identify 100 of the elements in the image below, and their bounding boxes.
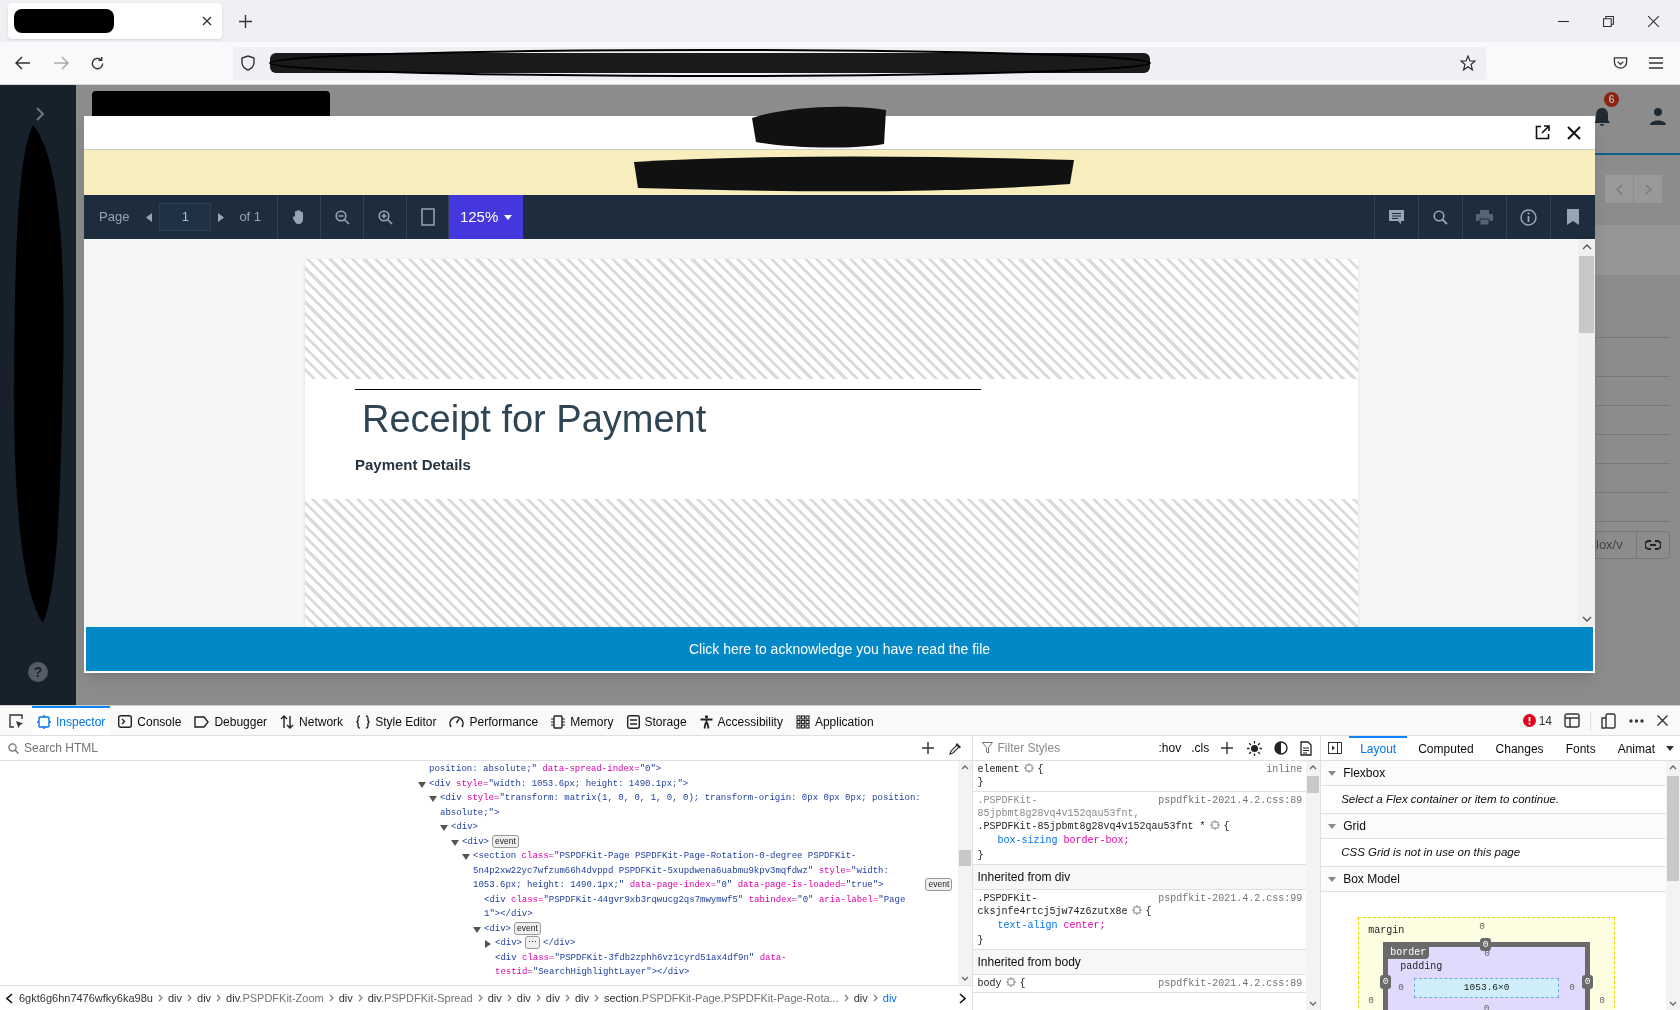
- expanded-arrow-icon[interactable]: [429, 796, 437, 802]
- breadcrumb[interactable]: div: [167, 989, 182, 1007]
- caret-down-icon[interactable]: [1666, 745, 1674, 751]
- css-value[interactable]: border-box;: [1063, 835, 1130, 846]
- breadcrumb[interactable]: div: [853, 989, 868, 1007]
- scroll-left-icon[interactable]: [6, 992, 13, 1004]
- devtools-tab[interactable]: Inspector: [32, 706, 111, 735]
- scroll-up-icon[interactable]: [1309, 765, 1318, 770]
- breadcrumb[interactable]: div: [197, 989, 212, 1007]
- back-icon[interactable]: [15, 56, 31, 70]
- reload-icon[interactable]: [90, 55, 105, 71]
- devtools-tab[interactable]: Style Editor: [351, 706, 442, 735]
- event-badge[interactable]: event: [492, 834, 519, 848]
- scrollbar[interactable]: [1578, 239, 1595, 627]
- markup-line[interactable]: <section class="PSPDFKit-Page PSPDFKit-Page-Rotation-0-degree PSPDFKit-5n4p2xw22yc7wfzum66h4dvppd PSPDFKit-5xupdwena6uabmu9kpv3mqfdwz" style="width: 1053.6px; height: 1490.1px;" data-page-index="0" data-page-is-loaded="true">: [473, 849, 923, 893]
- breadcrumb[interactable]: div: [574, 989, 589, 1007]
- document-icon[interactable]: [1300, 740, 1313, 756]
- scrollbar[interactable]: [1666, 761, 1680, 1010]
- devtools-tab[interactable]: Performance: [444, 706, 544, 735]
- devtools-tab[interactable]: Debugger: [189, 706, 273, 735]
- breadcrumb[interactable]: div.PSPDFKit-Spread: [367, 989, 473, 1007]
- user-icon[interactable]: [1649, 107, 1667, 125]
- close-icon[interactable]: [1657, 715, 1668, 726]
- markup-line[interactable]: <div class="PSPDFKit-44gvr9xb3rqwucg2qs7mwymwf5" tabindex="0" aria-label="Page 1"></div>: [484, 892, 923, 922]
- sidebar-tab[interactable]: Changes: [1484, 736, 1555, 760]
- breadcrumb[interactable]: div.PSPDFKit-Zoom: [226, 989, 324, 1007]
- expanded-arrow-icon[interactable]: [440, 825, 448, 831]
- devtools-tab[interactable]: Memory: [546, 706, 619, 735]
- pocket-icon[interactable]: [1613, 56, 1628, 70]
- search-html-field[interactable]: Search HTML: [24, 739, 923, 757]
- devtools-tab[interactable]: Application: [790, 706, 879, 735]
- scroll-thumb[interactable]: [959, 850, 972, 866]
- expanded-arrow-icon[interactable]: [462, 854, 470, 860]
- breadcrumb[interactable]: 6gkt6g6hn7476wfky6ka98u: [19, 989, 153, 1007]
- scroll-down-icon[interactable]: [1581, 616, 1592, 622]
- chevron-right-icon[interactable]: [35, 107, 45, 121]
- address-bar[interactable]: [233, 46, 1486, 80]
- scroll-right-icon[interactable]: [959, 992, 967, 1004]
- stylesheet-link[interactable]: pspdfkit-2021.4.2.css:89: [1158, 794, 1303, 807]
- scrollbar[interactable]: [958, 761, 973, 985]
- breadcrumb[interactable]: div: [516, 989, 531, 1007]
- collapsed-arrow-icon[interactable]: [485, 940, 491, 948]
- class-toggle[interactable]: .cls: [1191, 739, 1210, 757]
- markup-line[interactable]: <div>: [484, 921, 511, 936]
- element-picker-icon[interactable]: [8, 712, 24, 729]
- stylesheet-link[interactable]: inline: [1266, 763, 1303, 776]
- close-icon[interactable]: [202, 16, 212, 26]
- browser-tab[interactable]: [8, 3, 222, 39]
- page-number-field[interactable]: 1: [159, 203, 212, 231]
- section-header[interactable]: Grid: [1321, 814, 1666, 839]
- markup-line[interactable]: <div>: [462, 834, 489, 849]
- more-icon[interactable]: [1629, 718, 1644, 723]
- markup-line[interactable]: </div>: [543, 936, 576, 951]
- sidebar-tab[interactable]: Fonts: [1554, 736, 1607, 760]
- pseudo-class-toggle[interactable]: :hov: [1158, 739, 1182, 757]
- event-badge[interactable]: event: [514, 921, 541, 935]
- section-header[interactable]: Flexbox: [1321, 761, 1666, 786]
- eyedropper-icon[interactable]: [949, 741, 963, 755]
- css-property[interactable]: text-align: [997, 920, 1058, 931]
- breadcrumb[interactable]: div: [545, 989, 560, 1007]
- scroll-down-icon[interactable]: [1309, 1001, 1318, 1006]
- contrast-icon[interactable]: [1274, 741, 1289, 755]
- expanded-arrow-icon[interactable]: [451, 839, 459, 846]
- section-header[interactable]: Box Model: [1321, 867, 1666, 892]
- scroll-up-icon[interactable]: [1581, 244, 1592, 250]
- expanded-arrow-icon[interactable]: [418, 781, 426, 788]
- stylesheet-link[interactable]: pspdfkit-2021.4.2.css:89: [1158, 977, 1303, 990]
- scroll-down-icon[interactable]: [961, 976, 970, 981]
- scroll-up-icon[interactable]: [1669, 765, 1677, 770]
- error-icon[interactable]: [1522, 714, 1536, 727]
- close-icon[interactable]: [1567, 125, 1581, 140]
- event-badge[interactable]: event: [925, 878, 953, 891]
- caret-left-icon[interactable]: [146, 212, 153, 222]
- markup-line[interactable]: <div>: [495, 936, 522, 951]
- add-icon[interactable]: [1221, 742, 1234, 754]
- scroll-thumb[interactable]: [1667, 776, 1679, 881]
- add-icon[interactable]: [922, 742, 935, 754]
- sun-icon[interactable]: [1247, 740, 1263, 756]
- breadcrumb[interactable]: section.PSPDFKit-Page.PSPDFKit-Page-Rota...: [603, 989, 839, 1007]
- css-value[interactable]: center;: [1063, 920, 1106, 931]
- breadcrumb[interactable]: div: [338, 989, 353, 1007]
- acknowledge-button[interactable]: Click here to acknowledge you have read the file: [86, 627, 1593, 671]
- devtools-tab[interactable]: Console: [113, 706, 187, 735]
- new-tab-icon[interactable]: [239, 14, 252, 28]
- markup-line[interactable]: <div style="transform: matrix(1, 0, 0, 1, 0, 0); transform-origin: 0px 0px 0px; position: absolute;">: [440, 791, 923, 820]
- zoom-dropdown[interactable]: 125%: [449, 195, 524, 239]
- filter-styles-field[interactable]: Filter Styles: [997, 739, 1118, 757]
- menu-icon[interactable]: [1649, 57, 1663, 69]
- scroll-thumb[interactable]: [1307, 776, 1320, 793]
- caret-right-icon[interactable]: [218, 212, 225, 222]
- ellipsis-badge[interactable]: ⋯: [525, 936, 540, 949]
- sidebar-tab[interactable]: Animat: [1606, 736, 1666, 760]
- devtools-tab[interactable]: Accessibility: [694, 706, 788, 735]
- markup-line[interactable]: <div style="width: 1053.6px; height: 1490.1px;">: [429, 776, 689, 791]
- responsive-design-icon[interactable]: [1601, 712, 1616, 729]
- shield-icon[interactable]: [241, 55, 255, 71]
- bell-icon[interactable]: [1593, 107, 1611, 127]
- close-icon[interactable]: [1648, 15, 1659, 27]
- scroll-up-icon[interactable]: [961, 765, 970, 770]
- layout-icon[interactable]: [1564, 713, 1580, 728]
